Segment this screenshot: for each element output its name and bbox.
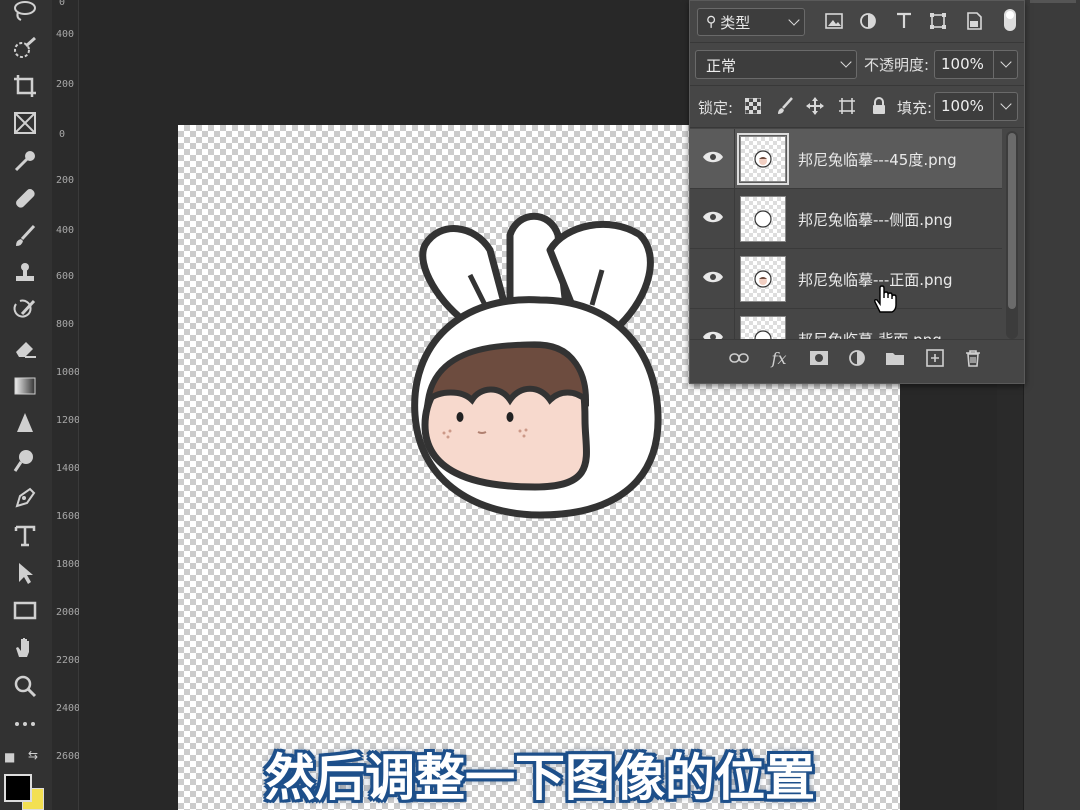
hand-icon[interactable] bbox=[8, 633, 42, 663]
layer-name[interactable]: 邦尼兔临摹-背面.png bbox=[798, 329, 942, 339]
eye-icon[interactable] bbox=[702, 209, 724, 225]
ruler-label: 1800 bbox=[56, 559, 81, 570]
shape-filter-icon[interactable] bbox=[928, 11, 948, 31]
path-select-icon[interactable] bbox=[8, 558, 42, 588]
zoom-icon[interactable] bbox=[8, 671, 42, 701]
opacity-label: 不透明度: bbox=[864, 56, 930, 74]
eraser-icon[interactable] bbox=[8, 333, 42, 363]
rectangle-icon[interactable] bbox=[8, 596, 42, 626]
lock-position-icon[interactable] bbox=[804, 95, 826, 117]
layers-scrollbar[interactable] bbox=[1006, 131, 1018, 339]
ruler-label: 400 bbox=[56, 29, 75, 40]
chevron-down-icon bbox=[788, 14, 800, 26]
new-layer-icon[interactable] bbox=[924, 348, 946, 368]
eye-icon[interactable] bbox=[702, 269, 724, 285]
fill-label: 填充: bbox=[897, 99, 933, 117]
lock-all-icon[interactable] bbox=[868, 95, 890, 117]
ruler-label: 0 bbox=[58, 0, 66, 8]
layer-thumbnail bbox=[737, 133, 789, 185]
vertical-ruler: 0 400 200 0 200 400 600 800 1000 1200 14… bbox=[52, 0, 81, 810]
quick-select-icon[interactable] bbox=[8, 33, 42, 63]
collapsed-panel-dock bbox=[1023, 0, 1080, 810]
eye-icon[interactable] bbox=[702, 149, 724, 165]
filter-toggle[interactable] bbox=[1004, 9, 1016, 31]
mask-icon[interactable] bbox=[808, 348, 830, 368]
tools-panel: ■ ⇆ bbox=[0, 0, 53, 810]
crop-icon[interactable] bbox=[8, 71, 42, 101]
ruler-label: 600 bbox=[56, 271, 75, 282]
folder-icon[interactable] bbox=[884, 348, 906, 368]
layer-row[interactable]: 邦尼兔临摹---侧面.png bbox=[690, 189, 1002, 249]
fill-value: 100% bbox=[941, 97, 984, 115]
ruler-label: 800 bbox=[56, 319, 75, 330]
stamp-icon[interactable] bbox=[8, 258, 42, 288]
lasso-icon[interactable] bbox=[8, 0, 42, 26]
eye-icon[interactable] bbox=[702, 329, 724, 339]
history-brush-icon[interactable] bbox=[8, 296, 42, 326]
lock-image-pixels-icon[interactable] bbox=[774, 95, 796, 117]
adjustment-filter-icon[interactable] bbox=[858, 11, 878, 31]
pen-icon[interactable] bbox=[8, 483, 42, 513]
chevron-down-icon bbox=[1000, 56, 1012, 68]
opacity-field[interactable]: 100% bbox=[934, 50, 1018, 79]
hand-cursor-icon bbox=[874, 285, 897, 313]
blend-mode-select[interactable]: 正常 bbox=[695, 50, 857, 79]
lock-artboard-icon[interactable] bbox=[836, 95, 858, 117]
opacity-value: 100% bbox=[941, 55, 984, 73]
adjustment-icon[interactable] bbox=[846, 348, 868, 368]
layer-row[interactable]: 邦尼兔临摹-背面.png bbox=[690, 309, 1002, 339]
trash-icon[interactable] bbox=[962, 348, 984, 368]
layer-thumbnail bbox=[740, 196, 786, 242]
blur-icon[interactable] bbox=[8, 408, 42, 438]
chevron-down-icon bbox=[1000, 98, 1012, 110]
ruler-label: 2000 bbox=[56, 607, 81, 618]
bunny-character-image[interactable] bbox=[400, 205, 680, 525]
layer-row[interactable]: 邦尼兔临摹---45度.png bbox=[690, 129, 1002, 189]
layer-thumbnail bbox=[740, 256, 786, 302]
layers-bottom-bar: fx bbox=[690, 339, 1024, 376]
dodge-icon[interactable] bbox=[8, 446, 42, 476]
ruler-label: 2200 bbox=[56, 655, 81, 666]
frame-icon[interactable] bbox=[8, 108, 42, 138]
ruler-label: 0 bbox=[58, 129, 66, 140]
type-filter-icon[interactable] bbox=[894, 11, 914, 31]
brush-icon[interactable] bbox=[8, 221, 42, 251]
gradient-icon[interactable] bbox=[8, 371, 42, 401]
video-caption: 然后调整一下图像的位置 bbox=[265, 749, 815, 807]
ruler-label: 400 bbox=[56, 225, 75, 236]
layer-thumbnail bbox=[740, 316, 786, 339]
link-icon[interactable] bbox=[728, 348, 750, 368]
ruler-label: 1400 bbox=[56, 463, 81, 474]
more-icon[interactable] bbox=[8, 709, 42, 739]
layer-name[interactable]: 邦尼兔临摹---侧面.png bbox=[798, 209, 953, 230]
chevron-down-icon bbox=[840, 56, 852, 68]
ruler-label: 1200 bbox=[56, 415, 81, 426]
type-icon[interactable] bbox=[8, 521, 42, 551]
image-filter-icon[interactable] bbox=[824, 11, 844, 31]
layer-filter-select[interactable]: ⚲ 类型 bbox=[697, 8, 805, 36]
layers-panel: ⚲ 类型 正常 不透明度: 100% 锁定: 填充: 100% 邦尼兔临摹---… bbox=[689, 0, 1025, 384]
healing-brush-icon[interactable] bbox=[8, 183, 42, 213]
layer-name[interactable]: 邦尼兔临摹---45度.png bbox=[798, 149, 957, 170]
eyedropper-icon[interactable] bbox=[8, 146, 42, 176]
layer-filter-label: 类型 bbox=[720, 13, 751, 32]
ruler-label: 200 bbox=[56, 79, 75, 90]
fill-field[interactable]: 100% bbox=[934, 92, 1018, 121]
ruler-label: 1000 bbox=[56, 367, 81, 378]
ruler-label: 1600 bbox=[56, 511, 81, 522]
lock-label: 锁定: bbox=[698, 99, 734, 117]
fx-icon[interactable]: fx bbox=[768, 348, 790, 368]
ruler-label: 200 bbox=[56, 175, 75, 186]
blend-mode-value: 正常 bbox=[706, 57, 737, 75]
layer-row[interactable]: 邦尼兔临摹---正面.png bbox=[690, 249, 1002, 309]
ruler-label: 2400 bbox=[56, 703, 81, 714]
layers-list: 邦尼兔临摹---45度.png 邦尼兔临摹---侧面.png 邦尼兔临摹---正… bbox=[690, 129, 1002, 339]
smart-object-filter-icon[interactable] bbox=[964, 11, 984, 31]
search-icon: ⚲ bbox=[706, 14, 717, 30]
lock-transparent-pixels-icon[interactable] bbox=[742, 95, 764, 117]
